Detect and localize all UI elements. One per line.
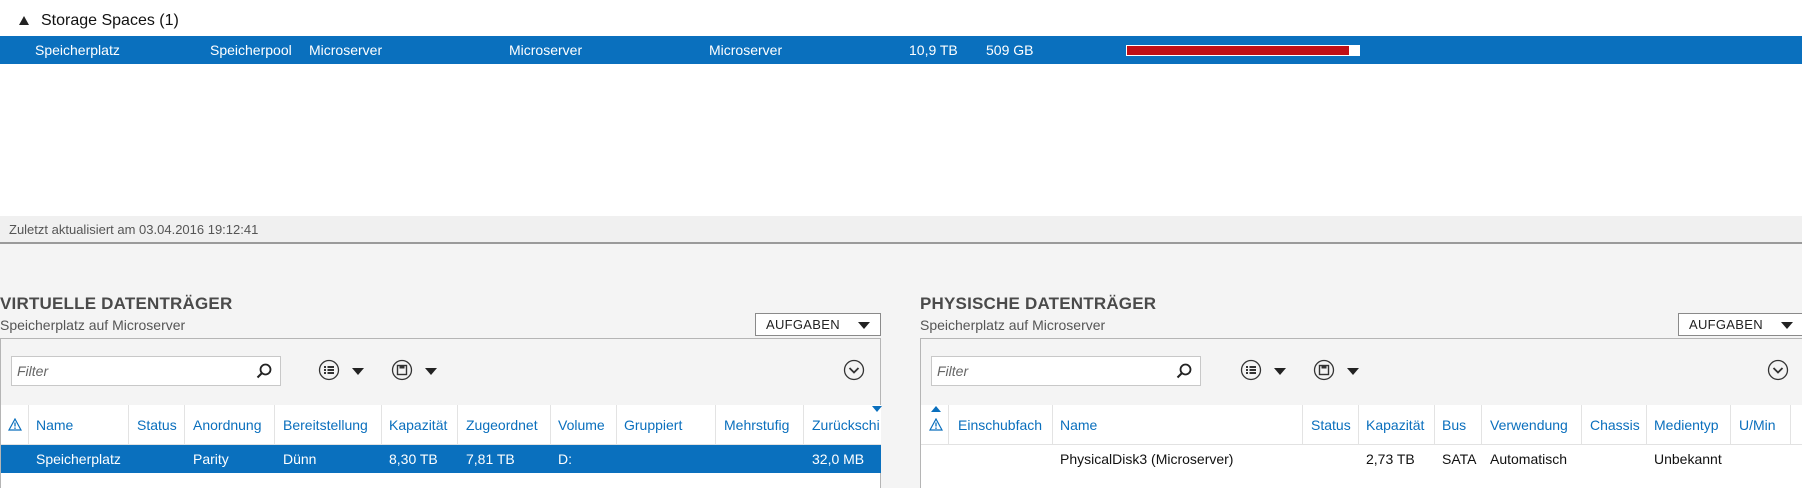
status-strip: Zuletzt aktualisiert am 03.04.2016 19:12… [0, 216, 1802, 242]
expand-toolbar-icon[interactable] [1767, 359, 1789, 381]
col-name[interactable]: Name [1060, 417, 1097, 433]
warning-column-icon[interactable] [929, 418, 943, 431]
pool-usage-bar [1126, 45, 1360, 56]
physical-disk-row[interactable]: PhysicalDisk3 (Microserver) 2,73 TB SATA… [921, 445, 1802, 473]
expand-toolbar-icon[interactable] [843, 359, 865, 381]
virtual-disks-toolbar [0, 338, 881, 405]
last-updated-text: Zuletzt aktualisiert am 03.04.2016 19:12… [9, 222, 259, 237]
col-bus[interactable]: Bus [1442, 417, 1466, 433]
pool-usage-fill [1127, 46, 1349, 55]
col-tiered[interactable]: Mehrstufig [724, 417, 789, 433]
pool-name: Speicherplatz [35, 42, 120, 58]
col-name[interactable]: Name [36, 417, 73, 433]
physical-disks-toolbar [920, 338, 1802, 405]
vd-allocated: 7,81 TB [466, 451, 515, 467]
virtual-disks-grid: Name Status Anordnung Bereitstellung Kap… [0, 405, 882, 488]
virtual-disks-tasks-button[interactable]: AUFGABEN [755, 313, 881, 336]
physical-disks-filter-input[interactable] [932, 357, 1172, 385]
col-chassis[interactable]: Chassis [1590, 417, 1640, 433]
col-status[interactable]: Status [137, 417, 177, 433]
col-rpm[interactable]: U/Min [1739, 417, 1776, 433]
pd-bus: SATA [1442, 451, 1477, 467]
physical-disks-column-headers: Einschubfach Name Status Kapazität Bus V… [921, 405, 1802, 445]
virtual-disks-panel: VIRTUELLE DATENTRÄGER Speicherplatz auf … [0, 244, 900, 488]
view-list-icon[interactable] [1240, 359, 1262, 381]
vd-writeback-cache: 32,0 MB [812, 451, 865, 467]
chevron-down-icon [858, 322, 870, 329]
vd-provisioning: Dünn [283, 451, 317, 467]
view-list-icon[interactable] [318, 359, 340, 381]
pool-managed-by: Microserver [309, 42, 383, 58]
pool-capacity: 10,9 TB [909, 42, 958, 58]
sort-descending-icon [872, 406, 882, 412]
col-provisioning[interactable]: Bereitstellung [283, 417, 368, 433]
col-clustered[interactable]: Gruppiert [624, 417, 682, 433]
tasks-button-label: AUFGABEN [1689, 317, 1763, 332]
save-query-icon[interactable] [391, 359, 413, 381]
physical-disks-grid: Einschubfach Name Status Kapazität Bus V… [920, 405, 1802, 488]
save-query-chevron-down-icon[interactable] [425, 368, 437, 375]
vd-volume: D: [558, 451, 572, 467]
view-options-chevron-down-icon[interactable] [1274, 368, 1286, 375]
pool-read-write-server: Microserver [709, 42, 783, 58]
physical-disks-subtitle: Speicherplatz auf Microserver [920, 317, 1106, 333]
virtual-disks-title: VIRTUELLE DATENTRÄGER [0, 294, 233, 313]
virtual-disks-filter-input[interactable] [12, 357, 252, 385]
physical-disks-tasks-button[interactable]: AUFGABEN [1678, 313, 1802, 336]
vd-layout: Parity [193, 451, 229, 467]
pool-available-to: Microserver [509, 42, 583, 58]
search-icon[interactable] [1176, 363, 1192, 379]
collapse-caret-icon[interactable] [19, 16, 29, 25]
storage-spaces-group-header[interactable]: Storage Spaces (1) [0, 10, 1802, 34]
view-options-chevron-down-icon[interactable] [352, 368, 364, 375]
col-media-type[interactable]: Medientyp [1654, 417, 1719, 433]
sort-ascending-icon [931, 406, 941, 412]
physical-disks-title: PHYSISCHE DATENTRÄGER [920, 294, 1157, 313]
pd-capacity: 2,73 TB [1366, 451, 1415, 467]
vd-name: Speicherplatz [36, 451, 121, 467]
virtual-disk-row[interactable]: Speicherplatz Parity Dünn 8,30 TB 7,81 T… [1, 445, 881, 473]
vd-capacity: 8,30 TB [389, 451, 438, 467]
pd-media-type: Unbekannt [1654, 451, 1722, 467]
pool-free-space: 509 GB [986, 42, 1034, 58]
storage-pool-row[interactable]: Speicherplatz Speicherpool Microserver M… [0, 36, 1802, 64]
tasks-button-label: AUFGABEN [766, 317, 840, 332]
chevron-down-icon [1781, 322, 1793, 329]
col-volume[interactable]: Volume [558, 417, 605, 433]
group-title: Storage Spaces (1) [41, 12, 179, 29]
col-slot[interactable]: Einschubfach [958, 417, 1042, 433]
col-status[interactable]: Status [1311, 417, 1351, 433]
col-capacity[interactable]: Kapazität [389, 417, 447, 433]
pool-type: Speicherpool [210, 42, 292, 58]
save-query-chevron-down-icon[interactable] [1347, 368, 1359, 375]
col-layout[interactable]: Anordnung [193, 417, 262, 433]
physical-disks-panel: PHYSISCHE DATENTRÄGER Speicherplatz auf … [920, 244, 1802, 488]
physical-disks-filter-box[interactable] [931, 356, 1201, 386]
warning-column-icon[interactable] [8, 418, 22, 431]
virtual-disks-subtitle: Speicherplatz auf Microserver [0, 317, 186, 333]
virtual-disks-filter-box[interactable] [11, 356, 281, 386]
pd-usage: Automatisch [1490, 451, 1568, 467]
col-writeback-cache[interactable]: Zurückschi [812, 417, 881, 433]
col-usage[interactable]: Verwendung [1490, 417, 1568, 433]
col-capacity[interactable]: Kapazität [1366, 417, 1424, 433]
col-allocated[interactable]: Zugeordnet [466, 417, 538, 433]
search-icon[interactable] [256, 363, 272, 379]
virtual-disks-column-headers: Name Status Anordnung Bereitstellung Kap… [1, 405, 882, 445]
pd-name: PhysicalDisk3 (Microserver) [1060, 451, 1234, 467]
save-query-icon[interactable] [1313, 359, 1335, 381]
